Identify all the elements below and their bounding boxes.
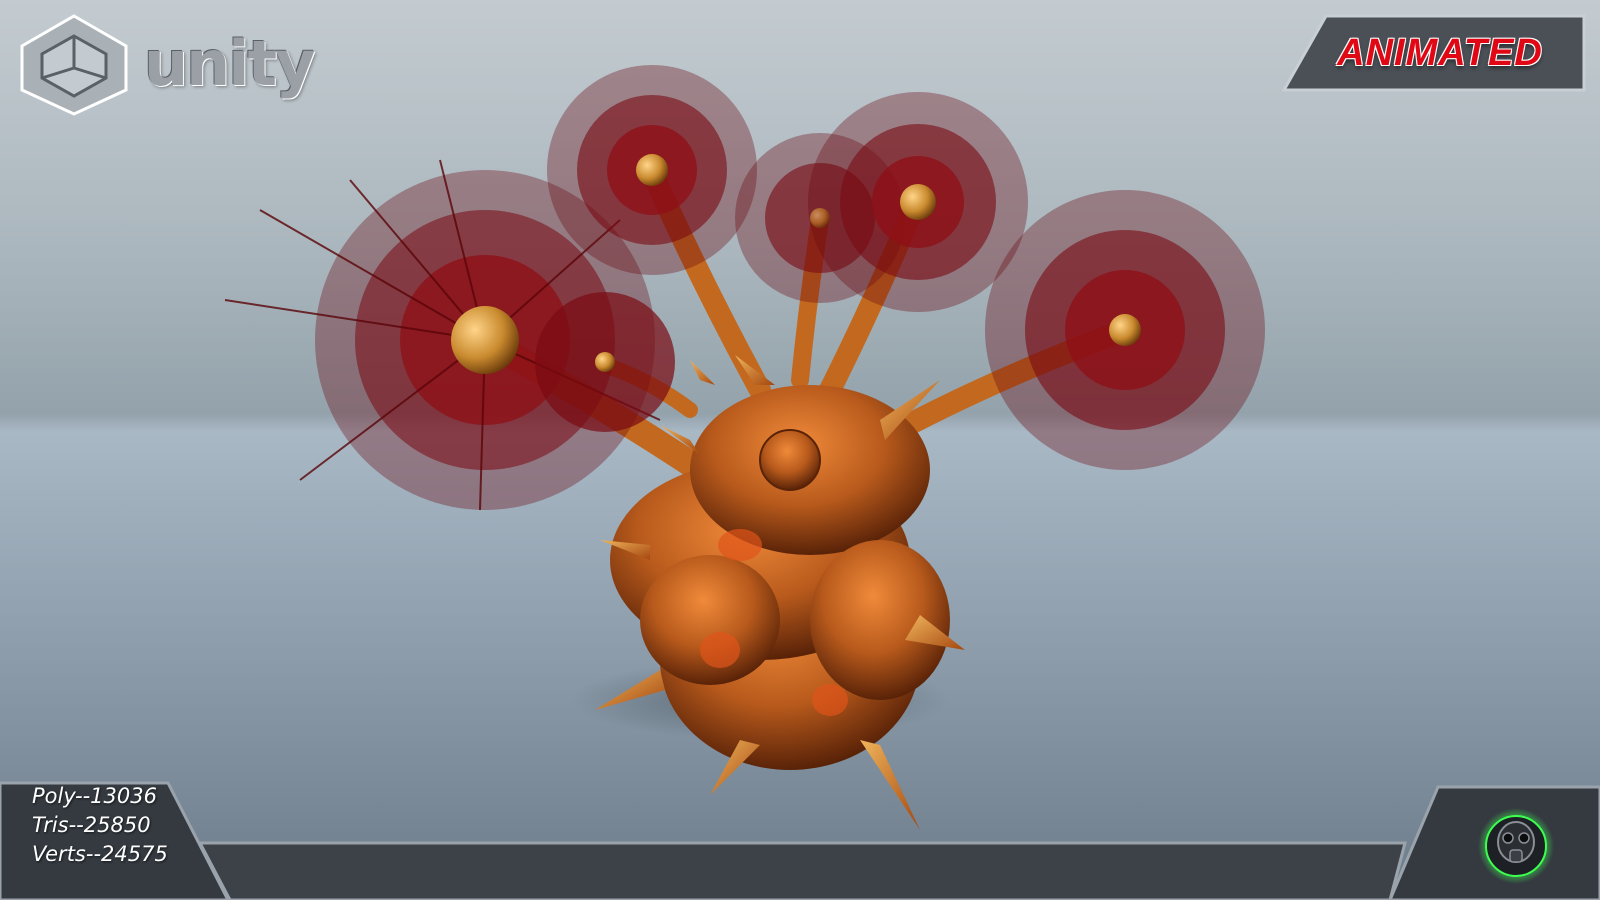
mesh-stats: Poly--13036 Tris--25850 Verts--24575: [32, 782, 168, 869]
bottom-panel: [0, 781, 1600, 900]
animated-label: ANIMATED: [1337, 31, 1543, 74]
fur-flower-right: [985, 190, 1265, 470]
unity-cube-icon: [18, 12, 130, 122]
verts-count: Verts--24575: [32, 842, 168, 866]
fur-flower-top-left: [547, 65, 757, 275]
unity-logo: unity: [18, 12, 316, 122]
viewport-scene: [0, 65, 1600, 900]
poly-count: Poly--13036: [32, 784, 157, 808]
unity-wordmark: unity: [144, 26, 316, 100]
animated-badge: ANIMATED: [1282, 14, 1586, 92]
tris-count: Tris--25850: [32, 813, 151, 837]
fur-flower-left-small: [535, 292, 675, 432]
gas-mask-icon: [1476, 806, 1556, 886]
